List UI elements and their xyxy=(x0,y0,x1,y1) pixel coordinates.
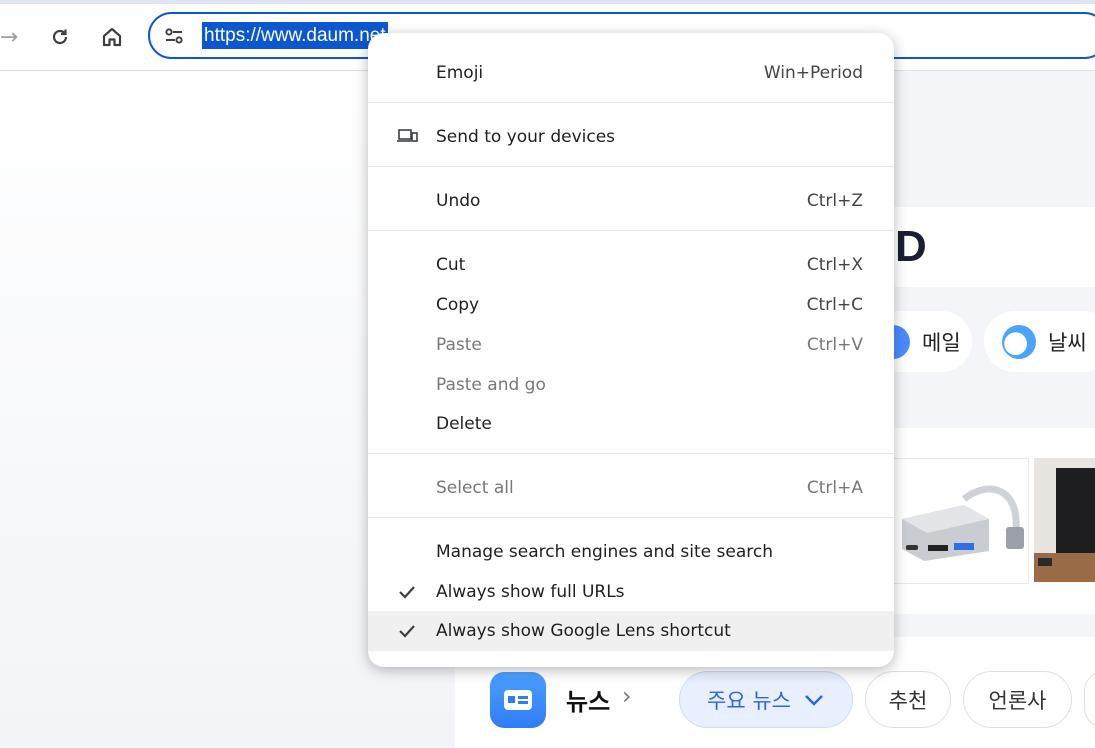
menu-item-label: Undo xyxy=(436,191,481,211)
menu-item-shortcut: Ctrl+C xyxy=(806,295,863,315)
menu-item-delete[interactable]: Delete xyxy=(368,404,894,444)
product-image-desk[interactable] xyxy=(1034,458,1095,582)
reload-icon xyxy=(52,29,68,45)
url-text-selected[interactable]: https://www.daum.net xyxy=(202,22,388,49)
menu-item-shortcut: Ctrl+Z xyxy=(806,191,863,211)
news-chevron-icon[interactable]: › xyxy=(622,682,632,710)
reload-button[interactable] xyxy=(43,20,77,54)
menu-item-label: Cut xyxy=(436,255,466,275)
checkmark-icon xyxy=(399,625,415,638)
menu-item-label: Paste xyxy=(436,335,482,355)
menu-item-emoji[interactable]: Emoji Win+Period xyxy=(368,53,894,93)
menu-separator xyxy=(368,102,894,103)
menu-item-copy[interactable]: Copy Ctrl+C xyxy=(368,285,894,325)
menu-separator xyxy=(368,453,894,454)
news-title[interactable]: 뉴스 xyxy=(566,682,610,717)
menu-item-shortcut: Ctrl+X xyxy=(806,255,863,275)
menu-item-always-show-lens-shortcut[interactable]: Always show Google Lens shortcut xyxy=(368,611,894,651)
menu-item-label: Copy xyxy=(436,295,480,315)
menu-item-paste-and-go[interactable]: Paste and go xyxy=(368,365,894,405)
menu-item-label: Emoji xyxy=(436,63,484,83)
address-bar-context-menu: Emoji Win+Period Send to your devices Un… xyxy=(368,33,894,667)
chevron-down-icon xyxy=(805,694,823,706)
weather-icon xyxy=(1002,324,1036,359)
menu-item-label: Delete xyxy=(436,414,492,434)
menu-item-label: Send to your devices xyxy=(436,127,616,147)
checkmark-icon xyxy=(399,586,415,599)
home-icon xyxy=(102,27,122,47)
menu-item-label: Select all xyxy=(436,478,514,498)
menu-separator xyxy=(368,230,894,231)
menu-item-send-to-devices[interactable]: Send to your devices xyxy=(368,117,894,157)
menu-separator xyxy=(368,517,894,518)
weather-shortcut[interactable]: 날씨 xyxy=(984,311,1095,372)
product-image-usb-adapter[interactable] xyxy=(893,458,1029,584)
menu-item-paste[interactable]: Paste Ctrl+V xyxy=(368,325,894,365)
menu-item-manage-search-engines[interactable]: Manage search engines and site search xyxy=(368,532,894,572)
menu-item-shortcut: Win+Period xyxy=(763,63,863,83)
menu-item-label: Manage search engines and site search xyxy=(436,542,774,562)
usb-adapter-picture xyxy=(902,485,1024,561)
menu-item-shortcut: Ctrl+V xyxy=(806,335,863,355)
menu-item-label: Paste and go xyxy=(436,375,546,395)
home-button[interactable] xyxy=(95,20,129,54)
menu-item-undo[interactable]: Undo Ctrl+Z xyxy=(368,181,894,221)
forward-button[interactable]: → xyxy=(0,20,26,54)
weather-label: 날씨 xyxy=(1048,330,1087,355)
chip-recommended-label: 추천 xyxy=(888,688,928,713)
desk-picture xyxy=(1034,458,1095,582)
menu-item-shortcut: Ctrl+A xyxy=(806,478,863,498)
site-settings-icon[interactable] xyxy=(163,25,185,47)
menu-item-label: Always show Google Lens shortcut xyxy=(436,621,731,641)
chip-top-news[interactable]: 주요 뉴스 xyxy=(679,671,853,728)
menu-item-always-show-full-urls[interactable]: Always show full URLs xyxy=(368,572,894,612)
chip-press[interactable]: 언론사 xyxy=(963,671,1072,728)
menu-item-label: Always show full URLs xyxy=(436,582,625,602)
forward-arrow-icon: → xyxy=(0,24,19,50)
devices-icon xyxy=(397,129,418,142)
menu-separator xyxy=(368,166,894,167)
chip-top-news-label: 주요 뉴스 xyxy=(707,688,791,713)
menu-item-cut[interactable]: Cut Ctrl+X xyxy=(368,245,894,285)
chip-press-label: 언론사 xyxy=(988,688,1047,713)
site-logo[interactable]: D xyxy=(895,222,927,272)
menu-item-select-all[interactable]: Select all Ctrl+A xyxy=(368,468,894,508)
mail-label: 메일 xyxy=(922,330,961,355)
news-icon xyxy=(490,672,546,728)
chip-recommended[interactable]: 추천 xyxy=(865,671,951,728)
